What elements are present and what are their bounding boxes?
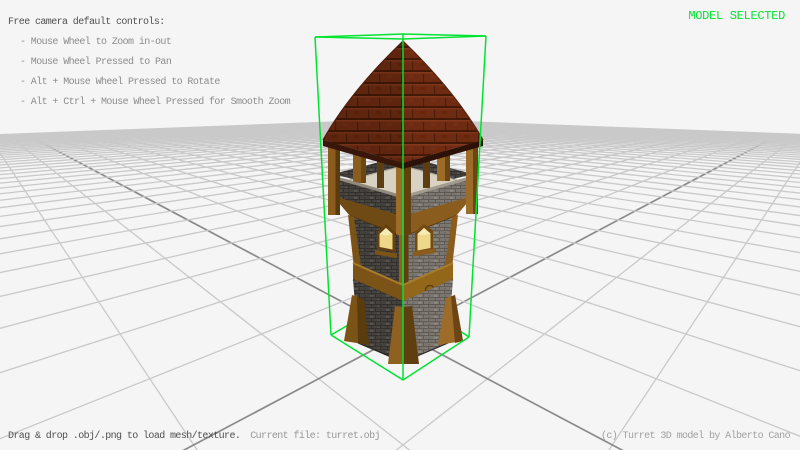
drop-hint-text: Drag & drop .obj/.png to load mesh/textu…: [8, 431, 240, 442]
model-credit-text: (c) Turret 3D model by Alberto Cano: [601, 432, 790, 442]
footer-status-bar: Drag & drop .obj/.png to load mesh/textu…: [8, 432, 380, 442]
controls-item-pan: - Mouse Wheel Pressed to Pan: [20, 58, 290, 68]
controls-item-zoom: - Mouse Wheel to Zoom in-out: [20, 38, 290, 48]
controls-item-rotate: - Alt + Mouse Wheel Pressed to Rotate: [20, 78, 290, 88]
camera-controls-help: Free camera default controls: - Mouse Wh…: [8, 18, 290, 108]
controls-item-smooth-zoom: - Alt + Ctrl + Mouse Wheel Pressed for S…: [20, 98, 290, 108]
controls-title: Free camera default controls:: [8, 18, 290, 28]
current-file-text: Current file: turret.obj: [250, 431, 380, 442]
viewport-3d[interactable]: Free camera default controls: - Mouse Wh…: [0, 0, 800, 450]
model-selected-badge: MODEL SELECTED: [688, 9, 785, 23]
